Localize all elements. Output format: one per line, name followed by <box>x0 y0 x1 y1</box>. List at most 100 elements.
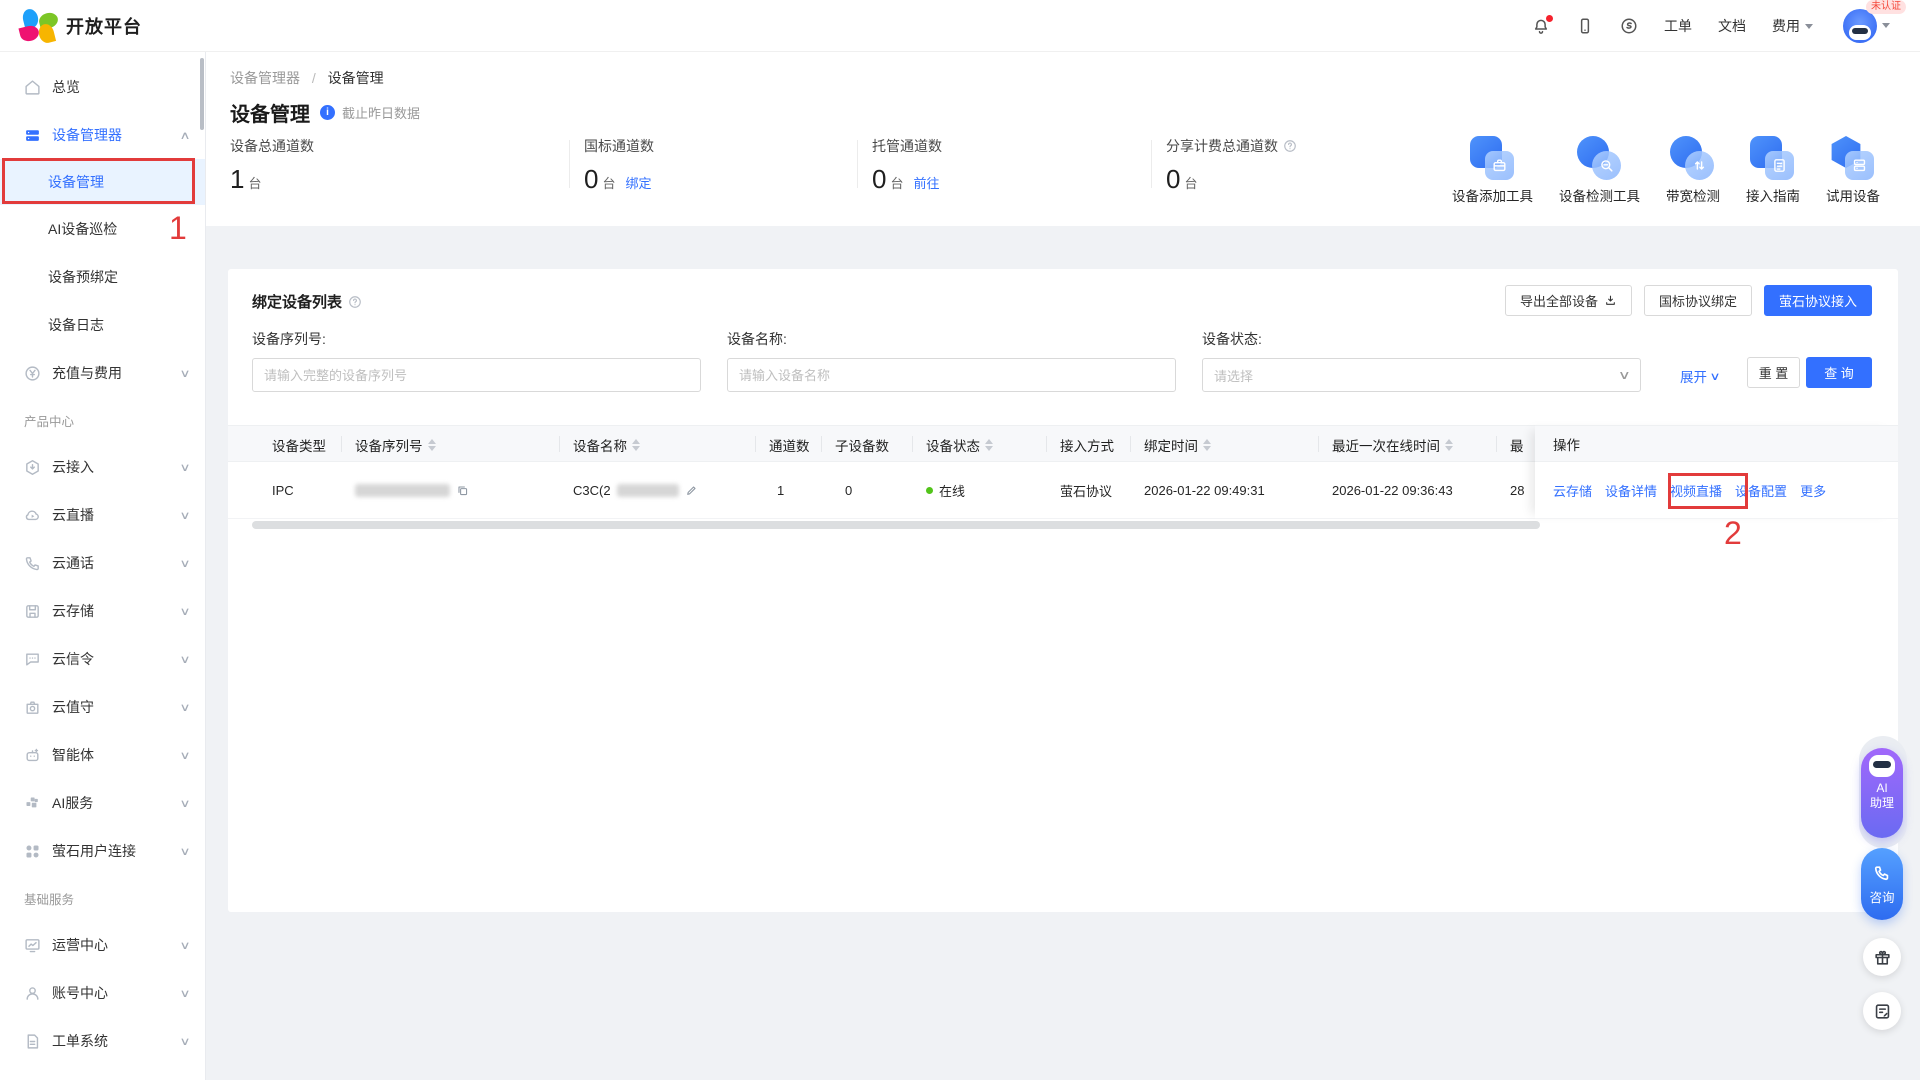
action-column-header: 操作 <box>1535 425 1898 462</box>
tool-试用设备[interactable]: 试用设备 <box>1826 136 1880 205</box>
sidebar-item-账号中心[interactable]: 账号中心∨ <box>0 969 205 1017</box>
notification-dot <box>1546 15 1553 22</box>
billing-icon <box>24 365 41 382</box>
ezviz-connect-icon <box>24 843 41 860</box>
gb-protocol-bind-button[interactable]: 国标协议绑定 <box>1644 285 1752 316</box>
chevron-down-icon: ∨ <box>179 1035 190 1048</box>
ai-assistant-button[interactable]: AI助理 <box>1861 748 1903 838</box>
main-content: 设备管理器 / 设备管理 设备管理 i 截止昨日数据 设备总通道数1台国标通道数… <box>206 52 1920 1080</box>
action-云存储[interactable]: 云存储 <box>1553 481 1592 500</box>
sidebar-item-萤石用户连接[interactable]: 萤石用户连接∨ <box>0 827 205 875</box>
sidebar-item-云值守[interactable]: 云值守∨ <box>0 683 205 731</box>
feedback-button[interactable] <box>1863 992 1901 1030</box>
chevron-down-icon: ∨ <box>179 605 190 618</box>
copy-icon[interactable] <box>456 484 469 497</box>
tool-设备添加工具[interactable]: 设备添加工具 <box>1452 136 1533 205</box>
gift-button[interactable] <box>1863 938 1901 976</box>
sidebar-item-云接入[interactable]: 云接入∨ <box>0 443 205 491</box>
chevron-down-icon: ∨ <box>179 509 190 522</box>
ai-service-icon <box>24 795 41 812</box>
sidebar-item-设备预绑定[interactable]: 设备预绑定 <box>0 253 205 301</box>
user-menu[interactable]: 未认证 <box>1843 9 1890 43</box>
device-status-select[interactable]: 请选择 ∨ <box>1202 358 1641 392</box>
ticket-icon <box>24 1033 41 1050</box>
chevron-down-icon <box>1805 24 1813 29</box>
breadcrumb-parent[interactable]: 设备管理器 <box>230 70 300 86</box>
nav-docs-link[interactable]: 文档 <box>1718 16 1746 36</box>
help-icon[interactable] <box>1283 139 1297 153</box>
phone-icon <box>1872 863 1892 883</box>
sort-icon[interactable] <box>1203 439 1211 451</box>
sidebar-item-运营中心[interactable]: 运营中心∨ <box>0 921 205 969</box>
chevron-down-icon: ∨ <box>179 701 190 714</box>
nav-ticket-link[interactable]: 工单 <box>1664 16 1692 36</box>
sidebar-item-设备管理器[interactable]: 设备管理器∧ <box>0 111 205 159</box>
sidebar-item-云通话[interactable]: 云通话∨ <box>0 539 205 587</box>
sort-icon[interactable] <box>985 439 993 451</box>
device-manager-icon <box>24 127 41 144</box>
masked-serial <box>355 484 450 497</box>
serial-input[interactable] <box>252 358 701 392</box>
card-title: 绑定设备列表 <box>252 291 342 312</box>
sidebar-item-AI服务[interactable]: AI服务∨ <box>0 779 205 827</box>
chevron-down-icon: ∨ <box>179 557 190 570</box>
sidebar-item-充值与费用[interactable]: 充值与费用∨ <box>0 349 205 397</box>
cell-device-name: C3C(2 <box>573 462 698 519</box>
expand-filters-link[interactable]: 展开∨ <box>1680 366 1719 386</box>
column-header-接入方式: 接入方式 <box>1060 426 1114 463</box>
stat-value: 0 <box>1166 164 1180 195</box>
sidebar-scrollbar[interactable] <box>200 58 204 130</box>
chevron-down-icon: ∨ <box>1618 368 1631 382</box>
sidebar-item-云存储[interactable]: 云存储∨ <box>0 587 205 635</box>
tool-带宽检测[interactable]: 带宽检测 <box>1666 136 1720 205</box>
stat-value: 1 <box>230 164 244 195</box>
sidebar-item-云信令[interactable]: 云信令∨ <box>0 635 205 683</box>
tool-设备检测工具[interactable]: 设备检测工具 <box>1559 136 1640 205</box>
action-更多[interactable]: 更多 <box>1800 481 1826 500</box>
sidebar-item-总览[interactable]: 总览 <box>0 63 205 111</box>
chevron-down-icon: ∨ <box>179 653 190 666</box>
help-icon[interactable] <box>348 295 362 309</box>
chevron-down-icon: ∨ <box>179 367 190 380</box>
ezviz-protocol-access-button[interactable]: 萤石协议接入 <box>1764 285 1872 316</box>
download-icon <box>1604 294 1617 307</box>
chevron-down-icon: ∨ <box>179 987 190 1000</box>
sidebar-section-label: 产品中心 <box>0 397 205 443</box>
query-button[interactable]: 查 询 <box>1806 357 1872 388</box>
stat-link-绑定[interactable]: 绑定 <box>625 173 651 192</box>
nav-billing-dropdown[interactable]: 费用 <box>1772 16 1813 36</box>
export-all-devices-button[interactable]: 导出全部设备 <box>1505 285 1632 316</box>
chevron-down-icon: ∨ <box>179 749 190 762</box>
sidebar-item-设备管理[interactable]: 设备管理 <box>0 159 205 205</box>
avatar[interactable] <box>1843 9 1877 43</box>
tool-bandwidth-icon <box>1670 136 1716 180</box>
breadcrumb-current: 设备管理 <box>328 70 384 86</box>
tool-接入指南[interactable]: 接入指南 <box>1746 136 1800 205</box>
data-cutoff-note: 截止昨日数据 <box>342 103 420 122</box>
action-设备配置[interactable]: 设备配置 <box>1735 481 1787 500</box>
service-icon[interactable] <box>1620 17 1638 35</box>
device-name-input[interactable] <box>727 358 1176 392</box>
sidebar-item-云直播[interactable]: 云直播∨ <box>0 491 205 539</box>
sidebar-item-智能体[interactable]: 智能体∨ <box>0 731 205 779</box>
consult-button[interactable]: 咨询 <box>1861 848 1903 920</box>
action-视频直播[interactable]: 视频直播 <box>1670 481 1722 500</box>
column-header-设备状态: 设备状态 <box>926 426 993 463</box>
action-设备详情[interactable]: 设备详情 <box>1605 481 1657 500</box>
reset-button[interactable]: 重 置 <box>1747 357 1800 388</box>
brand[interactable]: 开放平台 <box>22 9 142 43</box>
mobile-app-icon[interactable] <box>1576 17 1594 35</box>
chevron-down-icon: ∨ <box>179 461 190 474</box>
sort-icon[interactable] <box>632 439 640 451</box>
stat-link-前往[interactable]: 前往 <box>913 173 939 192</box>
horizontal-scrollbar[interactable] <box>252 521 1540 529</box>
notification-bell-icon[interactable] <box>1532 17 1550 35</box>
edit-pencil-icon[interactable] <box>685 484 698 497</box>
sidebar-item-工单系统[interactable]: 工单系统∨ <box>0 1017 205 1065</box>
page: 开放平台 工单 文档 费用 未认证 总览设备管理器∧设备管理AI设备巡检设备预绑… <box>0 0 1920 1080</box>
sidebar-item-设备日志[interactable]: 设备日志 <box>0 301 205 349</box>
sort-icon[interactable] <box>428 439 436 451</box>
ops-center-icon <box>24 937 41 954</box>
cloud-access-icon <box>24 459 41 476</box>
sort-icon[interactable] <box>1445 439 1453 451</box>
